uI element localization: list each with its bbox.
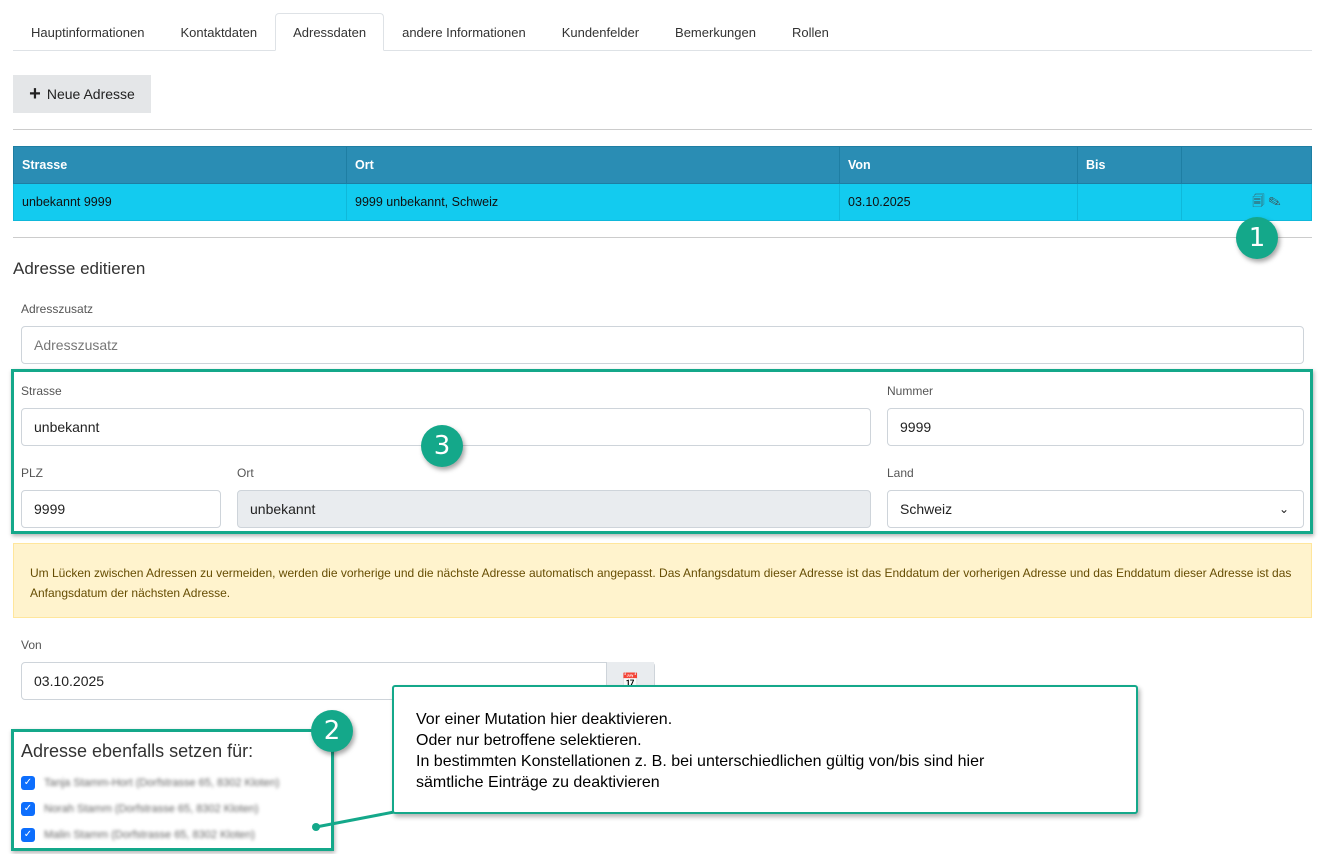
callout-line: Oder nur betroffene selektieren.	[416, 732, 642, 749]
callout-line: Vor einer Mutation hier deaktivieren.	[416, 711, 673, 728]
callout-note: Vor einer Mutation hier deaktivieren. Od…	[392, 685, 1138, 814]
callout-line: In bestimmten Konstellationen z. B. bei …	[416, 753, 985, 770]
callout-line: sämtliche Einträge zu deaktivieren	[416, 774, 660, 791]
